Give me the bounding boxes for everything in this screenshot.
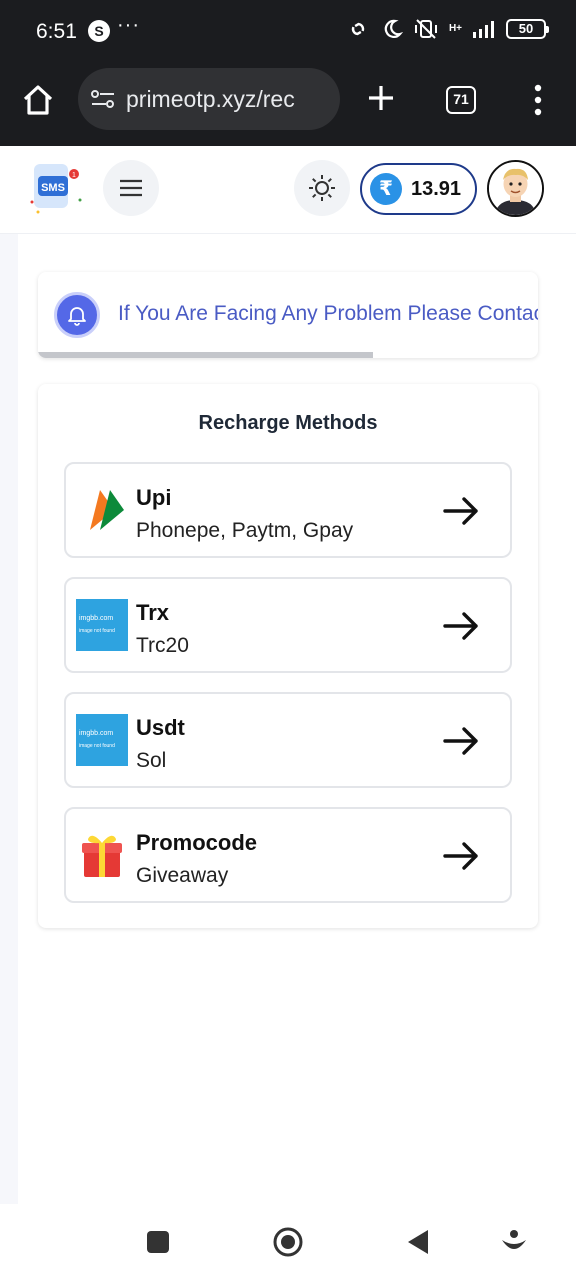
battery-icon: 50: [506, 19, 549, 39]
arrow-right-icon: [443, 612, 478, 640]
url-text: primeotp.xyz/rec: [126, 85, 295, 112]
site-settings-icon[interactable]: [90, 88, 116, 110]
status-bar: 6:51 S ··· H+ 50: [0, 0, 576, 64]
status-icons: H+ 50: [345, 18, 549, 40]
link-icon: [351, 22, 365, 36]
moon-icon: [384, 19, 403, 38]
notice-progress-fill: [38, 352, 373, 358]
new-tab-icon[interactable]: [363, 80, 399, 116]
method-subtitle: Sol: [136, 749, 167, 772]
network-type: H+: [448, 23, 462, 34]
arrow-right-icon: [443, 842, 478, 870]
browser-menu-icon[interactable]: [530, 84, 546, 116]
url-bar[interactable]: primeotp.xyz/rec: [78, 68, 340, 130]
back-icon[interactable]: [402, 1226, 434, 1258]
theme-toggle-button[interactable]: [294, 160, 350, 216]
home-button-icon[interactable]: [272, 1226, 304, 1258]
balance-amount: 13.91: [411, 177, 462, 200]
rupee-icon: ₹: [370, 173, 402, 205]
wallet-balance-button[interactable]: ₹ 13.91: [360, 163, 477, 215]
placeholder-text: image not found: [79, 628, 115, 634]
method-subtitle: Giveaway: [136, 864, 229, 887]
signal-icon: [473, 21, 494, 38]
method-usdt[interactable]: imgbb.com image not found Usdt Sol: [64, 692, 512, 788]
notice-progress-bar: [38, 352, 538, 358]
arrow-right-icon: [443, 727, 478, 755]
image-not-found-icon: imgbb.com image not found: [76, 599, 128, 651]
vibrate-off-icon: [414, 19, 437, 39]
system-navigation-bar: [0, 1204, 576, 1280]
arrow-right-icon: [443, 497, 478, 525]
image-not-found-icon: imgbb.com image not found: [76, 714, 128, 766]
method-promocode[interactable]: Promocode Giveaway: [64, 807, 512, 903]
svg-text:1: 1: [72, 172, 76, 179]
home-icon[interactable]: [20, 82, 56, 118]
more-notifications-icon: ···: [117, 14, 140, 36]
method-subtitle: Phonepe, Paytm, Gpay: [136, 519, 354, 542]
upi-icon: [90, 490, 124, 530]
method-name: Trx: [136, 600, 170, 625]
user-avatar-icon: [489, 162, 542, 215]
placeholder-title: imgbb.com: [79, 615, 114, 622]
app-notification-icon: S: [88, 20, 110, 42]
bell-icon: [68, 307, 86, 326]
method-name: Promocode: [136, 830, 258, 855]
sms-logo[interactable]: SMS 1: [28, 160, 84, 216]
recharge-methods-title: Recharge Methods: [198, 412, 378, 434]
avatar[interactable]: [487, 160, 544, 217]
notice-banner: If You Are Facing Any Problem Please Con…: [38, 272, 538, 358]
sun-icon: [309, 175, 335, 201]
placeholder-text: image not found: [79, 743, 115, 749]
tab-switcher-button[interactable]: 71: [446, 86, 476, 114]
app-header: SMS 1 ₹ 13.91: [0, 146, 576, 234]
svg-text:SMS: SMS: [41, 182, 65, 194]
notice-marquee-text: If You Are Facing Any Problem Please Con…: [118, 302, 538, 325]
method-upi[interactable]: Upi Phonepe, Paytm, Gpay: [64, 462, 512, 558]
method-name: Upi: [136, 485, 172, 510]
method-name: Usdt: [136, 715, 185, 740]
method-subtitle: Trc20: [136, 634, 189, 657]
gift-icon: [82, 835, 122, 877]
status-time: 6:51: [36, 20, 77, 43]
recent-apps-icon[interactable]: [142, 1226, 174, 1258]
menu-button[interactable]: [103, 160, 159, 216]
notice-bell-button: [54, 292, 100, 338]
method-trx[interactable]: imgbb.com image not found Trx Trc20: [64, 577, 512, 673]
placeholder-title: imgbb.com: [79, 730, 114, 737]
hamburger-icon: [120, 179, 142, 197]
recharge-methods-card: Recharge Methods Upi Phonepe, Paytm, Gpa…: [38, 384, 538, 928]
assistant-icon[interactable]: [498, 1226, 530, 1258]
browser-toolbar: primeotp.xyz/rec 71: [0, 64, 576, 146]
